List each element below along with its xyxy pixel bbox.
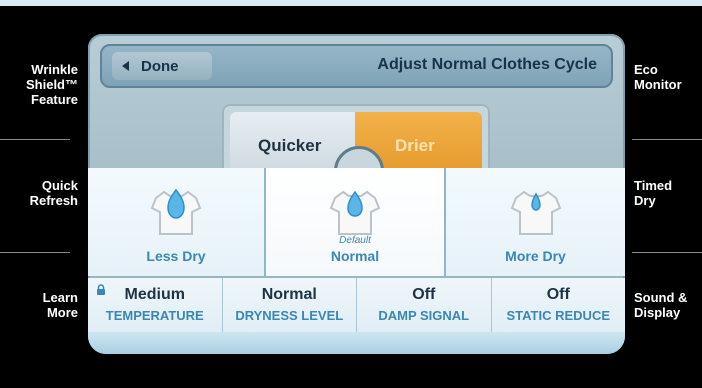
timed-dry-label: Timed Dry [634, 178, 673, 208]
damp-signal-label: DAMP SIGNAL [378, 308, 470, 323]
normal-label: Normal [330, 248, 380, 264]
shirt-icon [329, 190, 381, 235]
right-divider-1 [632, 139, 702, 140]
quick-refresh-label: Quick Refresh [29, 178, 78, 208]
timed-dry-button[interactable]: Timed Dry [634, 178, 702, 208]
done-button[interactable]: Done [112, 52, 212, 80]
page-title: Adjust Normal Clothes Cycle [377, 56, 597, 73]
drier-label: Drier [395, 136, 435, 155]
screen-panel: Done Adjust Normal Clothes Cycle Quicker… [88, 34, 625, 354]
shirt-icon [150, 188, 202, 235]
right-divider-2 [632, 252, 702, 253]
quicker-label: Quicker [258, 136, 322, 155]
less-dry-option[interactable]: Less Dry [88, 168, 266, 276]
static-reduce-value: Off [546, 286, 570, 303]
chevron-left-icon [122, 61, 129, 71]
bottom-glow [88, 332, 625, 354]
damp-signal-value: Off [412, 286, 436, 303]
dryness-level-label: DRYNESS LEVEL [235, 308, 344, 323]
left-divider-1 [0, 139, 70, 140]
quick-refresh-button[interactable]: Quick Refresh [8, 178, 78, 208]
more-dry-option[interactable]: More Dry [446, 168, 625, 276]
default-label: Default [339, 235, 371, 246]
eco-monitor-label: Eco Monitor [634, 62, 682, 92]
learn-more-label: Learn More [42, 290, 78, 320]
header-bar: Done Adjust Normal Clothes Cycle [100, 44, 613, 88]
normal-dry-option[interactable]: Default Normal [266, 168, 446, 276]
done-label: Done [141, 57, 179, 75]
static-reduce-setting[interactable]: Off STATIC REDUCE [492, 278, 626, 332]
wrinkle-shield-feature-button[interactable]: Wrinkle Shield™ Feature [8, 62, 78, 107]
left-divider-2 [0, 252, 70, 253]
temperature-value: Medium [124, 286, 185, 303]
wrinkle-shield-feature-label: Wrinkle Shield™ Feature [25, 62, 78, 107]
damp-signal-setting[interactable]: Off DAMP SIGNAL [357, 278, 492, 332]
learn-more-button[interactable]: Learn More [8, 290, 78, 320]
quicker-drier-toggle[interactable]: Quicker Drier [222, 104, 490, 196]
less-dry-label: Less Dry [146, 248, 206, 264]
temperature-label: TEMPERATURE [105, 308, 204, 323]
dryness-level-value: Normal [261, 286, 317, 303]
eco-monitor-button[interactable]: Eco Monitor [634, 62, 702, 92]
top-strip [0, 0, 702, 6]
water-drop-icon [167, 188, 185, 219]
dryness-level-setting[interactable]: Normal DRYNESS LEVEL [223, 278, 357, 332]
static-reduce-label: STATIC REDUCE [506, 308, 611, 323]
settings-row: Medium TEMPERATURE Normal DRYNESS LEVEL … [88, 278, 625, 332]
dryness-options: Less Dry Default Normal More Dry [88, 168, 625, 276]
sound-display-label: Sound & Display [634, 290, 688, 320]
temperature-setting[interactable]: Medium TEMPERATURE [88, 278, 223, 332]
sound-display-button[interactable]: Sound & Display [634, 290, 702, 320]
more-dry-label: More Dry [505, 248, 566, 264]
shirt-icon [510, 190, 561, 235]
